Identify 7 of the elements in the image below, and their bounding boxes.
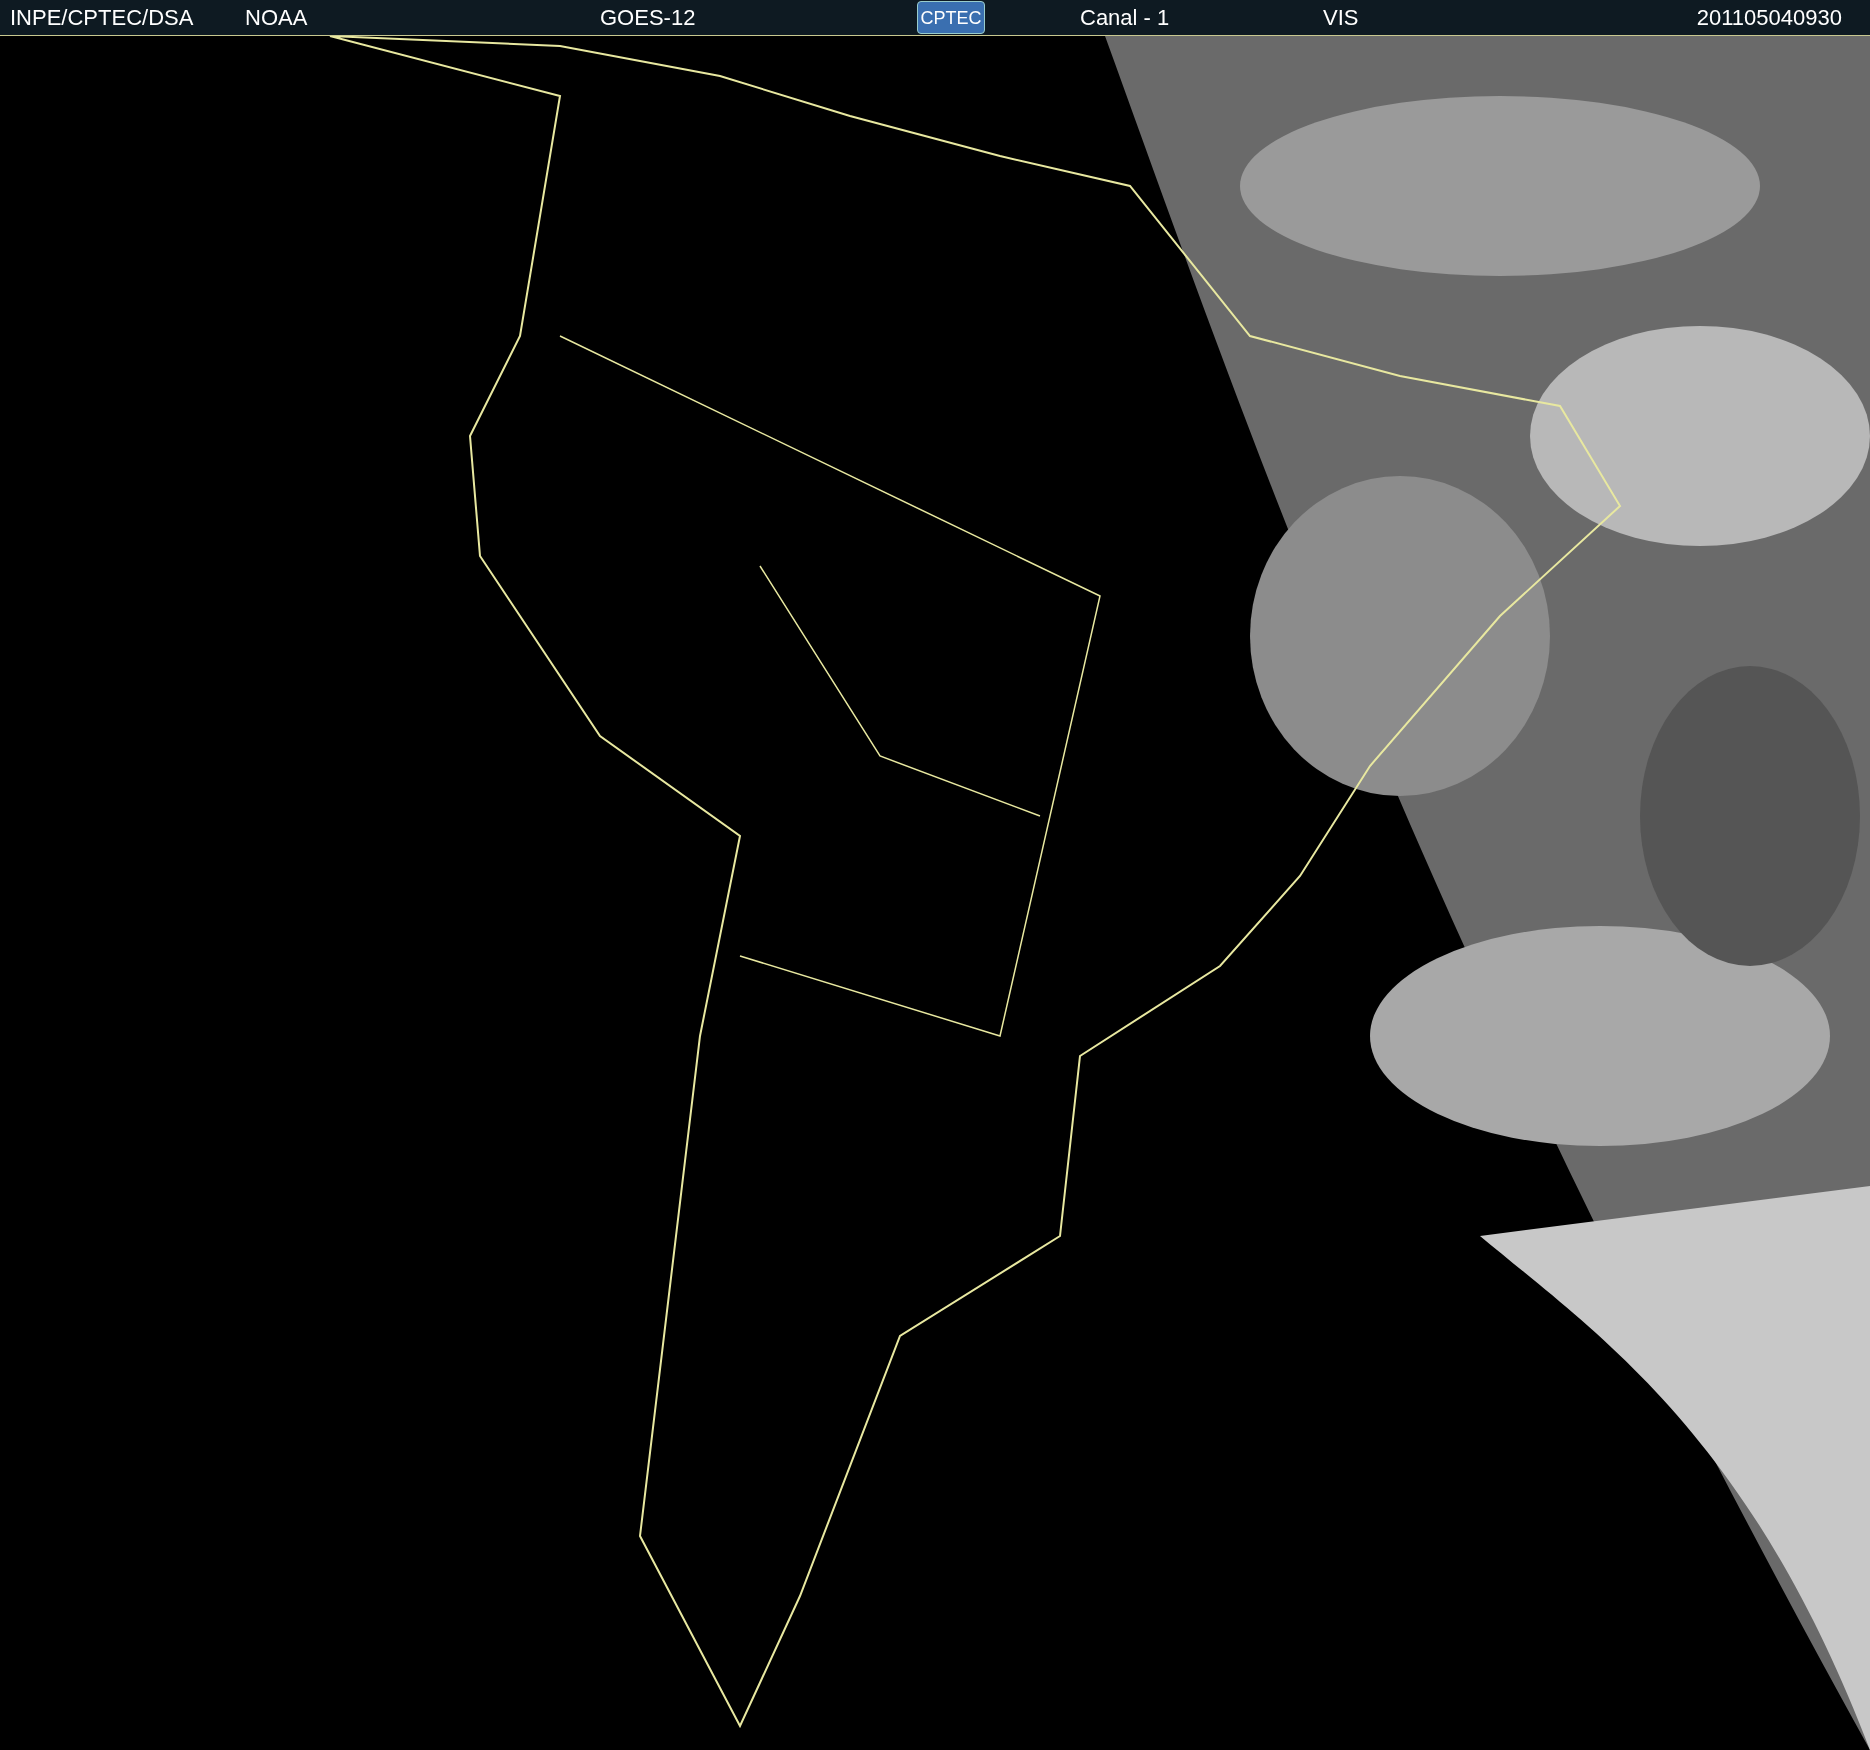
- agency-label: NOAA: [245, 6, 308, 29]
- band-label: VIS: [1323, 6, 1359, 29]
- timestamp-label: 201105040930: [1696, 6, 1842, 29]
- source-label: INPE/CPTEC/DSA: [10, 6, 194, 29]
- channel-label: Canal - 1: [1080, 6, 1170, 29]
- satellite-label: GOES-12: [600, 6, 696, 29]
- logo: CPTEC: [917, 1, 985, 34]
